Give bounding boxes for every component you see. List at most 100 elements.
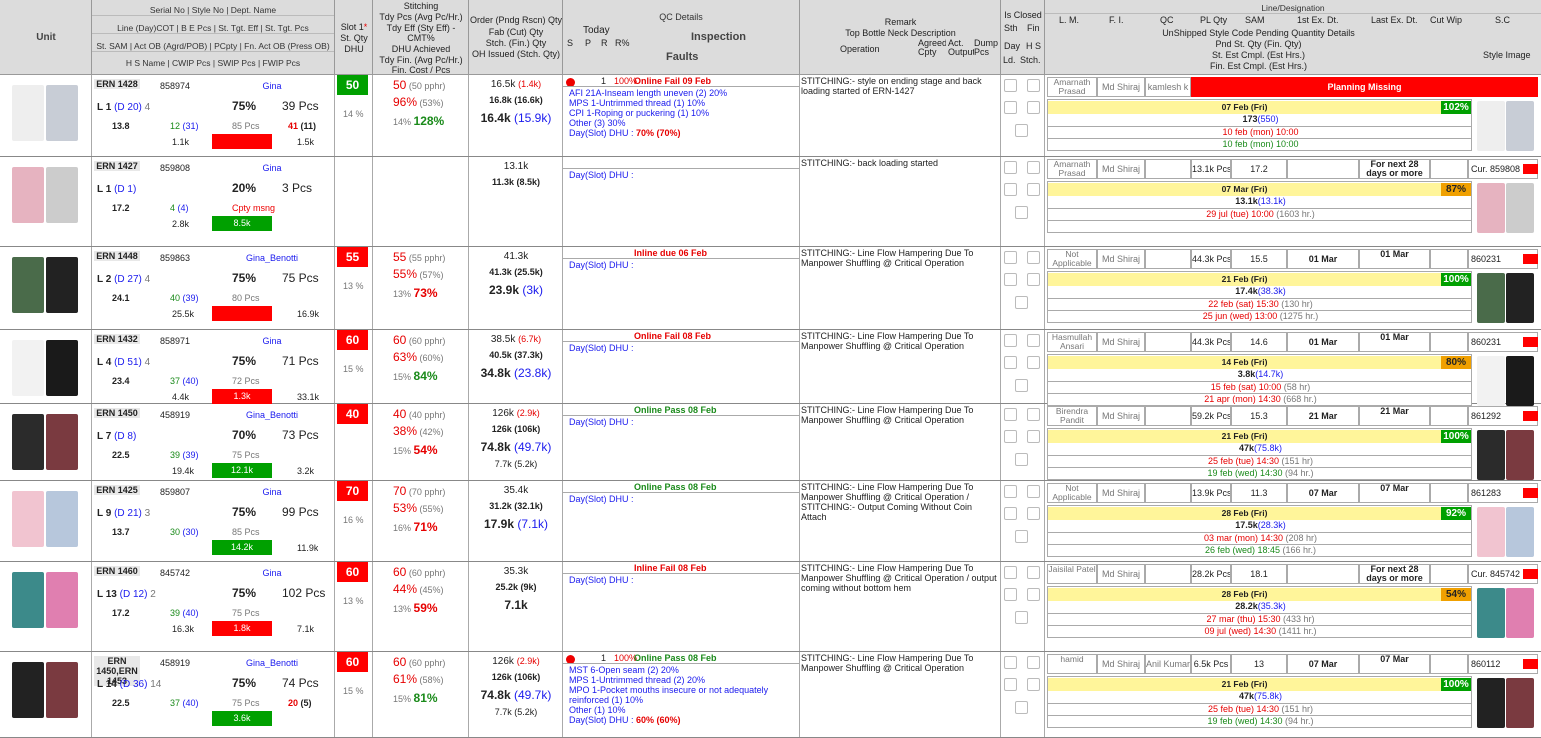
day-checkbox[interactable] [1004,183,1017,196]
floor-incharge: Md Shiraj [1097,483,1145,503]
hs-checkbox[interactable] [1027,273,1040,286]
style-image-alt[interactable] [1506,588,1534,638]
qc-inspection-status[interactable]: Online Pass 08 Feb [634,653,717,663]
fin-checkbox[interactable] [1027,656,1040,669]
fin-checkbox[interactable] [1027,485,1040,498]
style-image[interactable] [1477,183,1505,233]
ern-number[interactable]: ERN 1428 [94,79,140,89]
ern-number[interactable]: ERN 1448 [94,251,140,261]
style-image-alt[interactable] [1506,678,1534,728]
first-ex-date: 01 Mar [1287,249,1359,269]
ld-stch-checkbox[interactable] [1015,530,1028,543]
day-checkbox[interactable] [1004,507,1017,520]
tdy-eff: 38% [393,424,418,438]
hs-checkbox[interactable] [1027,678,1040,691]
dept-name[interactable]: Gina_Benotti [242,410,302,420]
dhu-achieved: 128% [413,114,445,128]
ern-number[interactable]: ERN 1432 [94,334,140,344]
day-checkbox[interactable] [1004,273,1017,286]
qc-inspection-status[interactable]: Inline due 06 Feb [634,248,707,258]
dept-name[interactable]: Gina [242,81,302,91]
hs-checkbox[interactable] [1027,588,1040,601]
dept-name[interactable]: Gina_Benotti [242,253,302,263]
style-image-alt[interactable] [1506,183,1534,233]
sth-checkbox[interactable] [1004,485,1017,498]
hs-checkbox[interactable] [1027,356,1040,369]
last-ex-date: 07 Mar [1359,654,1430,674]
ld-stch-checkbox[interactable] [1015,701,1028,714]
day-checkbox[interactable] [1004,101,1017,114]
fin-checkbox[interactable] [1027,161,1040,174]
qc-inspection-status[interactable]: Online Fail 09 Feb [634,76,711,86]
hs-checkbox[interactable] [1027,507,1040,520]
qc-inspection-status[interactable]: Online Pass 08 Feb [634,405,717,415]
dept-name[interactable]: Gina [242,568,302,578]
sth-checkbox[interactable] [1004,334,1017,347]
sth-checkbox[interactable] [1004,251,1017,264]
dhu-achieved: 71% [413,520,438,534]
dept-name[interactable]: Gina [242,163,302,173]
day-checkbox[interactable] [1004,356,1017,369]
qc-inspection-status[interactable]: Inline Fail 08 Feb [634,563,707,573]
tdy-avg: (40 pphr) [408,410,446,420]
hs-checkbox[interactable] [1027,430,1040,443]
sth-checkbox[interactable] [1004,79,1017,92]
style-image-alt[interactable] [1506,430,1534,480]
ern-number[interactable]: ERN 1425 [94,485,140,495]
style-image-alt[interactable] [1506,507,1534,557]
unit-cell [0,247,92,329]
ern-number[interactable]: ERN 1427 [94,161,140,171]
style-image[interactable] [1477,430,1505,480]
st-est-cmpl: 15 feb (sat) 10:00 [1210,382,1282,392]
sth-checkbox[interactable] [1004,408,1017,421]
unshipped-details: 21 Feb (Fri) 100% 47k(75.8k) 25 feb (tue… [1047,676,1472,728]
style-image[interactable] [1477,588,1505,638]
style-image[interactable] [1477,273,1505,323]
dept-name[interactable]: Gina [242,336,302,346]
act-ob: 12 [170,121,181,131]
line-code: L 1 [97,102,112,113]
fin-checkbox[interactable] [1027,408,1040,421]
fin-checkbox[interactable] [1027,251,1040,264]
sth-checkbox[interactable] [1004,161,1017,174]
st-est-cmpl: 27 mar (thu) 15:30 [1206,614,1281,624]
dept-name[interactable]: Gina_Benotti [242,658,302,668]
ld-stch-checkbox[interactable] [1015,124,1028,137]
style-image[interactable] [1477,507,1505,557]
day-checkbox[interactable] [1004,588,1017,601]
style-code-flag [1523,164,1538,174]
fwip-pcs: 7.1k [297,624,315,634]
style-image[interactable] [1477,678,1505,728]
qc-inspection-status[interactable]: Online Pass 08 Feb [634,482,717,492]
ld-stch-checkbox[interactable] [1015,453,1028,466]
dept-name[interactable]: Gina [242,487,302,497]
style-image[interactable] [1477,101,1505,151]
order-cell: 16.5k (1.4k) 16.8k (16.6k) 16.4k (15.9k) [469,75,563,156]
style-code-flag [1523,659,1538,669]
ern-number[interactable]: ERN 1460 [94,566,140,576]
hs-checkbox[interactable] [1027,101,1040,114]
ld-stch-checkbox[interactable] [1015,611,1028,624]
fin-checkbox[interactable] [1027,566,1040,579]
sth-checkbox[interactable] [1004,656,1017,669]
fin-checkbox[interactable] [1027,334,1040,347]
day-checkbox[interactable] [1004,430,1017,443]
cmt-pct: 14% [393,117,412,127]
st-sam-label: St. SAM | Act OB (Agrd/POB) | PCpty | Fn… [92,41,334,52]
style-image-alt[interactable] [1506,273,1534,323]
ld-stch-checkbox[interactable] [1015,296,1028,309]
hs-checkbox[interactable] [1027,183,1040,196]
st-sam: 17.2 [112,608,130,618]
style-image-alt[interactable] [1506,101,1534,151]
ld-stch-checkbox[interactable] [1015,379,1028,392]
fin-est-cmpl: 25 jun (wed) 13:00 [1202,311,1278,321]
ld-stch-checkbox[interactable] [1015,206,1028,219]
fin-checkbox[interactable] [1027,79,1040,92]
day-checkbox[interactable] [1004,678,1017,691]
ern-number[interactable]: ERN 1450 [94,408,140,418]
style-image-alt[interactable] [1506,356,1534,406]
planning-missing-badge: Planning Missing [1191,77,1538,97]
sth-checkbox[interactable] [1004,566,1017,579]
style-image[interactable] [1477,356,1505,406]
qc-inspection-status[interactable]: Online Fail 08 Feb [634,331,711,341]
